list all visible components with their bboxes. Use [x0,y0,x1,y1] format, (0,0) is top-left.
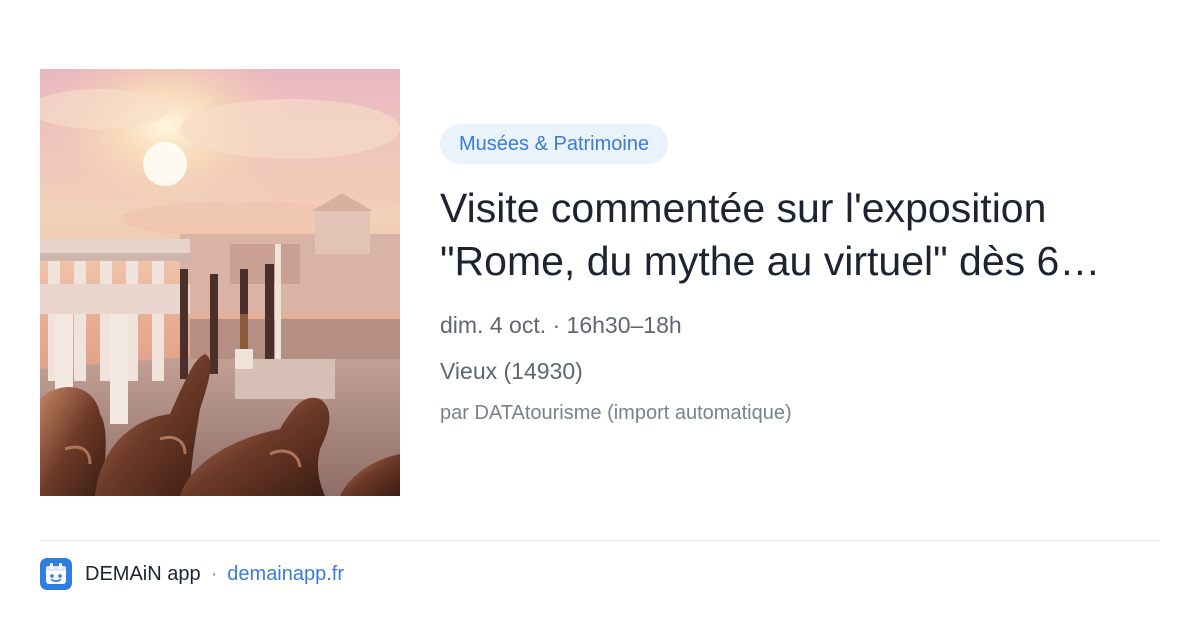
event-source: par DATAtourisme (import automatique) [440,402,792,424]
footer-separator: · [210,562,218,585]
app-domain-link[interactable]: demainapp.fr [227,563,344,586]
event-image[interactable] [40,69,400,496]
event-title[interactable]: Visite commentée sur l'exposition "Rome,… [440,182,1150,288]
event-card[interactable]: Musées & Patrimoine Visite commentée sur… [0,0,1200,630]
event-date: dim. 4 oct. · 16h30–18h [440,312,682,338]
demain-app-icon [40,558,72,590]
app-name: DEMAiN app [85,562,201,585]
category-badge[interactable]: Musées & Patrimoine [440,124,669,164]
event-location: Vieux (14930) [440,358,583,384]
footer: DEMAiN app · demainapp.fr [40,557,344,591]
rome-virtual-forum-illustration [40,69,400,496]
footer-divider [40,540,1160,541]
event-details: Musées & Patrimoine Visite commentée sur… [440,124,1160,428]
